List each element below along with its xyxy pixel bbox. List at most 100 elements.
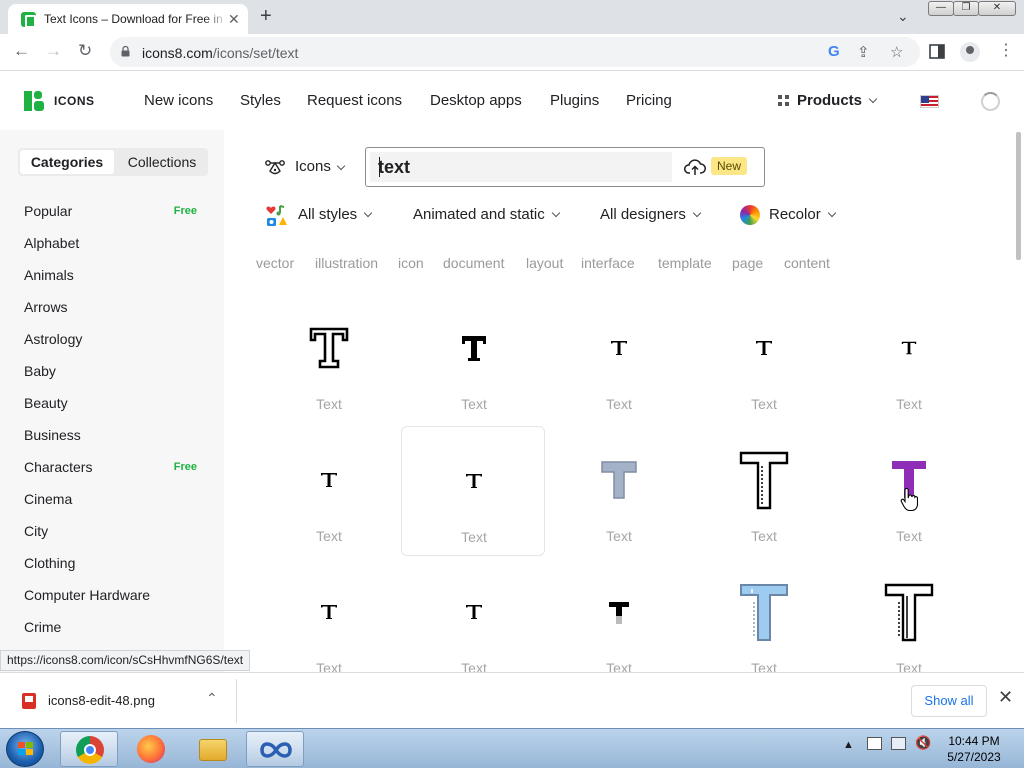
icon-tile[interactable]: Text [547,328,691,458]
icon-tile[interactable]: Text [257,327,401,458]
category-alphabet[interactable]: Alphabet [24,232,209,254]
forward-arrow-icon[interactable]: → [45,41,62,61]
icon-tile[interactable]: Text [402,592,546,672]
taskbar-chrome[interactable] [60,731,118,767]
side-panel-icon[interactable] [929,44,945,59]
icon-tile[interactable]: Text [837,460,981,590]
start-button[interactable] [6,731,44,767]
icon-tile[interactable]: Text [692,328,836,458]
category-astrology[interactable]: Astrology [24,328,209,350]
upload-cloud-icon[interactable] [684,157,706,177]
network-icon[interactable] [891,737,906,750]
all-styles-dropdown[interactable]: All styles [266,205,373,226]
tag-interface[interactable]: interface [581,255,635,271]
icon-label: Text [606,396,632,412]
tag-icon[interactable]: icon [398,255,424,271]
tag-content[interactable]: content [784,255,830,271]
icon-type-dropdown[interactable]: Icons [256,148,356,186]
icon-tile[interactable]: Text [257,460,401,590]
category-baby[interactable]: Baby [24,360,209,382]
reload-icon[interactable]: ↻ [78,41,92,61]
us-flag-icon[interactable] [920,95,939,108]
volume-muted-icon[interactable]: 🔇 [915,735,931,751]
tab-close-icon[interactable]: ✕ [228,12,240,26]
chevron-down-icon [827,208,836,218]
category-arrows[interactable]: Arrows [24,296,209,318]
category-characters[interactable]: Characters Free [24,456,209,478]
taskbar-clock[interactable]: 10:44 PM 5/27/2023 [938,733,1010,765]
icon-tile[interactable]: Text [692,451,836,590]
category-label: Clothing [24,555,76,571]
tab-collections[interactable]: Collections [118,150,206,174]
icons8-logo-icon[interactable] [24,91,44,111]
category-city[interactable]: City [24,520,209,542]
browser-tab-active[interactable]: Text Icons – Download for Free in ✕ [8,4,248,34]
icon-tile[interactable]: Text [547,460,691,590]
firefox-icon [137,735,165,763]
profile-avatar-icon[interactable] [960,42,980,62]
url-text: icons8.com/icons/set/text [142,45,299,61]
address-bar[interactable]: icons8.com/icons/set/text G ⇪ ☆ [110,37,920,67]
nav-styles[interactable]: Styles [240,92,281,109]
tag-vector[interactable]: vector [256,255,294,271]
all-designers-dropdown[interactable]: All designers [600,206,702,223]
browser-tab-strip: Text Icons – Download for Free in ✕ + ⌄ … [0,0,1024,34]
page-scrollbar-thumb[interactable] [1016,132,1021,260]
taskbar-app-loop[interactable] [246,731,304,767]
animated-static-dropdown[interactable]: Animated and static [413,206,560,223]
category-animals[interactable]: Animals [24,264,209,286]
icon-tile[interactable]: Text [837,583,981,672]
category-label: Crime [24,619,62,635]
icon-tile[interactable]: Text [401,426,545,556]
nav-request-icons[interactable]: Request icons [307,92,402,109]
taskbar-firefox[interactable] [122,731,180,767]
window-minimize-button[interactable]: — [928,1,954,16]
bookmark-star-icon[interactable]: ☆ [890,43,903,61]
chevron-down-icon [868,94,878,104]
category-cinema[interactable]: Cinema [24,488,209,510]
tab-categories[interactable]: Categories [20,150,114,174]
show-all-button[interactable]: Show all [911,685,987,717]
tag-illustration[interactable]: illustration [315,255,378,271]
close-download-bar-icon[interactable]: ✕ [998,687,1013,708]
recolor-dropdown[interactable]: Recolor [740,205,836,225]
icon-tile[interactable]: Text [692,584,836,672]
menu-kebab-icon[interactable]: ⋮ [998,41,1014,61]
icon-tile[interactable]: Text [837,328,981,458]
category-crime[interactable]: Crime [24,616,209,638]
google-lens-icon[interactable]: G [828,43,840,60]
action-center-flag-icon[interactable] [867,737,882,750]
share-icon[interactable]: ⇪ [857,43,870,61]
tag-template[interactable]: template [658,255,712,271]
icon-tile[interactable]: Text [257,592,401,672]
nav-desktop-apps[interactable]: Desktop apps [430,92,522,109]
tray-expand-icon[interactable]: ▲ [843,739,854,751]
nav-pricing[interactable]: Pricing [626,92,672,109]
products-menu-button[interactable]: Products [778,92,878,109]
nav-new-icons[interactable]: New icons [144,92,213,109]
nav-plugins[interactable]: Plugins [550,92,599,109]
tag-layout[interactable]: layout [526,255,563,271]
back-arrow-icon[interactable]: ← [13,41,30,61]
icon-label: Text [896,528,922,544]
new-tab-button[interactable]: + [260,6,272,26]
category-clothing[interactable]: Clothing [24,552,209,574]
search-input[interactable]: text New [365,147,765,187]
category-popular[interactable]: Popular Free [24,200,209,222]
text-letter-t-icon [740,584,788,641]
tag-document[interactable]: document [443,255,504,271]
window-close-button[interactable]: ✕ [978,1,1016,16]
window-maximize-button[interactable]: ❐ [953,1,979,16]
chevron-up-icon[interactable]: ⌃ [206,690,218,707]
category-beauty[interactable]: Beauty [24,392,209,414]
category-computer-hardware[interactable]: Computer Hardware [24,584,209,606]
download-file-name[interactable]: icons8-edit-48.png [48,693,155,708]
taskbar-file-explorer[interactable] [184,731,242,767]
infinity-app-icon [260,742,292,758]
icon-tile[interactable]: Text [547,592,691,672]
category-business[interactable]: Business [24,424,209,446]
tab-search-chevron-icon[interactable]: ⌄ [897,8,909,25]
tag-page[interactable]: page [732,255,763,271]
text-letter-t-icon [321,473,337,487]
logo-text[interactable]: ICONS [54,94,95,108]
